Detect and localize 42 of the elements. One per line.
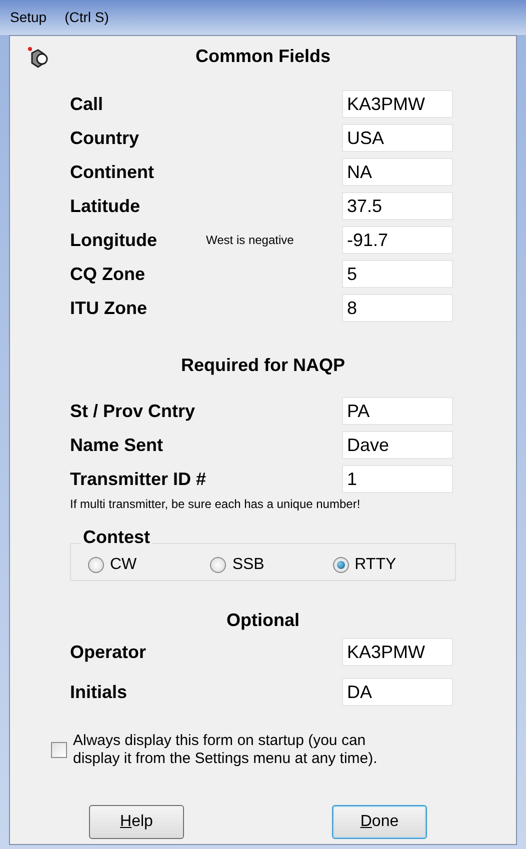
field-label: Continent xyxy=(70,160,155,184)
text-field[interactable]: 8 xyxy=(342,294,453,322)
text-field[interactable]: 1 xyxy=(342,465,453,493)
text-field[interactable]: DA xyxy=(342,678,453,706)
field-label: Longitude xyxy=(70,228,158,252)
group-title: Contest xyxy=(81,528,152,546)
window-shortcut: (Ctrl S) xyxy=(64,8,109,27)
radio-button[interactable] xyxy=(88,557,104,573)
text-field[interactable]: KA3PMW xyxy=(342,90,453,118)
field-label: CQ Zone xyxy=(70,262,146,286)
dialog-button[interactable]: Help xyxy=(89,805,184,839)
field-label: Operator xyxy=(70,640,148,664)
field-label: Country xyxy=(70,126,140,150)
radio-option[interactable]: RTTY xyxy=(332,553,455,577)
dialog-button[interactable]: Done xyxy=(332,805,427,839)
radio-button[interactable] xyxy=(332,557,349,573)
section-title: Required for NAQP xyxy=(180,354,345,377)
radio-option[interactable]: CW xyxy=(88,553,210,577)
checkbox-label: Always display this form on startup (you can display it from the Settings menu at any time). xyxy=(73,732,378,768)
field-label: Latitude xyxy=(70,194,141,218)
window-title: Setup xyxy=(10,8,47,27)
field-note: West is negative xyxy=(206,232,294,249)
field-label: Name Sent xyxy=(70,434,164,456)
field-label: Initials xyxy=(70,680,128,704)
note-text: If multi transmitter, be sure each has a unique number! xyxy=(70,496,362,513)
section-title: Common Fields xyxy=(195,45,330,68)
text-field[interactable]: PA xyxy=(342,397,453,425)
field-label: ITU Zone xyxy=(70,296,148,320)
checkbox[interactable] xyxy=(51,742,67,758)
text-field[interactable]: -91.7 xyxy=(342,226,453,254)
field-label: St / Prov Cntry xyxy=(70,400,196,423)
text-field[interactable]: KA3PMW xyxy=(342,638,453,666)
text-field[interactable]: Dave xyxy=(342,431,453,459)
text-field[interactable]: NA xyxy=(342,158,453,186)
text-field[interactable]: 37.5 xyxy=(342,192,453,220)
field-label: Call xyxy=(70,92,104,116)
field-label: Transmitter ID # xyxy=(70,468,206,490)
section-title: Optional xyxy=(226,609,300,632)
text-field[interactable]: USA xyxy=(342,124,453,152)
radio-option[interactable]: SSB xyxy=(210,553,333,577)
radio-button[interactable] xyxy=(210,557,226,573)
text-field[interactable]: 5 xyxy=(342,260,453,288)
